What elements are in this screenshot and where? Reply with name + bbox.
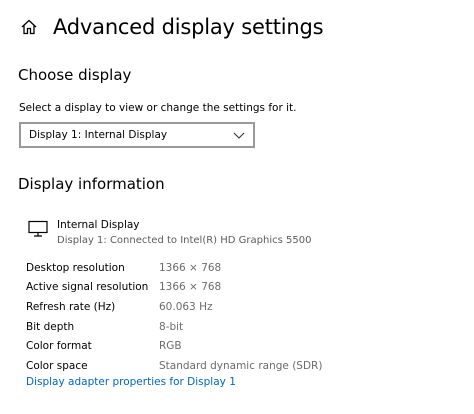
info-key: Active signal resolution <box>26 281 149 294</box>
page-title: Advanced display settings <box>53 15 324 39</box>
page-header: Advanced display settings <box>20 10 324 44</box>
display-select-value: Display 1: Internal Display <box>29 129 168 141</box>
info-key: Refresh rate (Hz) <box>26 300 116 313</box>
info-value: RGB <box>159 340 182 353</box>
info-row-active-signal-resolution: Active signal resolution 1366 × 768 <box>26 278 322 298</box>
info-row-desktop-resolution: Desktop resolution 1366 × 768 <box>26 258 322 278</box>
home-icon[interactable] <box>20 18 38 36</box>
info-key: Desktop resolution <box>26 261 125 274</box>
info-row-color-format: Color format RGB <box>26 336 322 356</box>
info-value: Standard dynamic range (SDR) <box>159 359 323 372</box>
info-row-color-space: Color space Standard dynamic range (SDR) <box>26 356 322 376</box>
display-name: Internal Display <box>57 219 140 231</box>
info-value: 8-bit <box>159 320 184 333</box>
choose-display-heading: Choose display <box>18 66 132 84</box>
display-connection: Display 1: Connected to Intel(R) HD Grap… <box>57 235 312 246</box>
info-value: 1366 × 768 <box>159 261 222 274</box>
display-information-heading: Display information <box>18 175 165 193</box>
chevron-down-icon <box>233 129 245 141</box>
info-key: Color format <box>26 340 92 353</box>
info-row-bit-depth: Bit depth 8-bit <box>26 317 322 337</box>
info-value: 1366 × 768 <box>159 281 222 294</box>
info-row-refresh-rate: Refresh rate (Hz) 60.063 Hz <box>26 297 322 317</box>
info-key: Bit depth <box>26 320 75 333</box>
choose-display-instruction: Select a display to view or change the s… <box>19 102 297 114</box>
display-select-dropdown[interactable]: Display 1: Internal Display <box>19 122 255 148</box>
monitor-icon <box>28 220 48 238</box>
info-key: Color space <box>26 359 88 372</box>
display-info-table: Desktop resolution 1366 × 768 Active sig… <box>26 258 322 376</box>
info-value: 60.063 Hz <box>159 300 213 313</box>
display-adapter-properties-link[interactable]: Display adapter properties for Display 1 <box>26 376 236 388</box>
